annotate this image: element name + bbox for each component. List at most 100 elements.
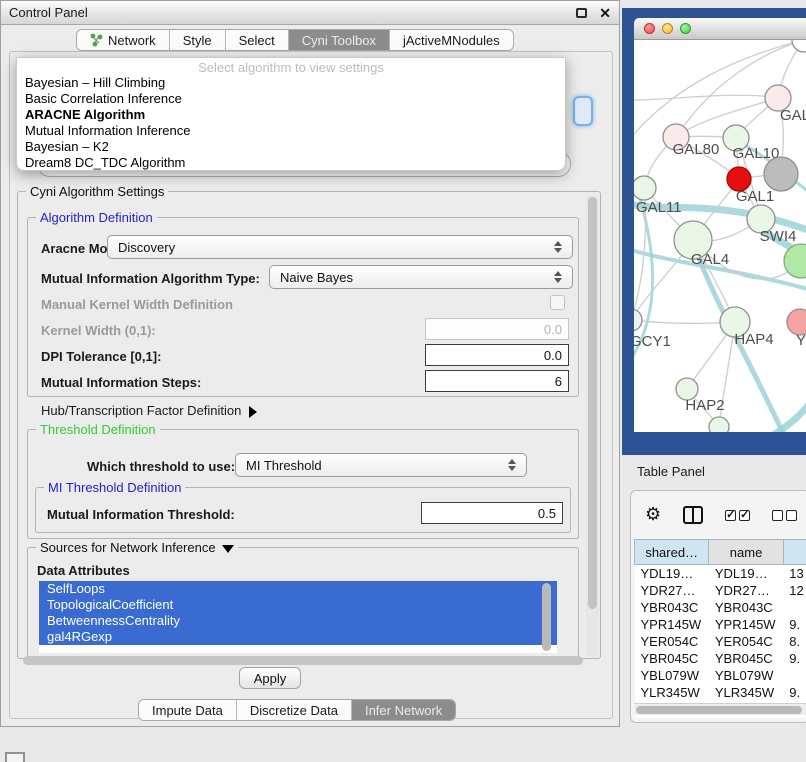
sources-title[interactable]: Sources for Network Inference — [36, 540, 238, 555]
select-all-checkboxes-icon[interactable] — [725, 510, 750, 521]
tab-label: Cyni Toolbox — [302, 33, 376, 48]
tab-cyni-toolbox[interactable]: Cyni Toolbox — [289, 30, 390, 50]
network-node-gal11[interactable] — [634, 176, 656, 200]
tab-jactivemnodules[interactable]: jActiveMNodules — [390, 30, 513, 50]
which-threshold-combobox[interactable]: MI Threshold — [235, 453, 527, 477]
panel-grip-icon[interactable] — [5, 752, 25, 762]
column-header-shared[interactable]: shared… — [635, 540, 709, 565]
mi-type-combobox[interactable]: Naive Bayes — [269, 265, 573, 289]
table-cell: YBL079W — [635, 667, 709, 684]
table-cell: YBR045C — [635, 650, 709, 667]
network-canvas[interactable]: GALGAL80GAL10GAL1GAL11SWI4GAL4GCY1HAP4YH… — [634, 40, 806, 432]
tab-label: Style — [183, 33, 212, 48]
mi-steps-label: Mutual Information Steps: — [41, 375, 201, 390]
window-zoom-traffic-icon[interactable] — [680, 23, 691, 34]
table-row[interactable]: YLR345WYLR345W9. — [635, 684, 806, 701]
apply-button[interactable]: Apply — [239, 667, 301, 689]
which-threshold-value: MI Threshold — [246, 458, 322, 473]
close-icon[interactable]: ✕ — [599, 8, 611, 18]
table-cell — [783, 667, 806, 684]
table-row[interactable]: YER054CYER054C8. — [635, 633, 806, 650]
table-horizontal-scrollbar[interactable] — [634, 703, 806, 715]
network-edge — [764, 340, 806, 432]
table-row[interactable]: YBL079WYBL079W — [635, 667, 806, 684]
table-row[interactable]: YPR145WYPR145W9. — [635, 616, 806, 633]
table-panel-title: Table Panel — [637, 464, 705, 479]
algorithm-option-dream8-dc-tdc-algorithm[interactable]: Dream8 DC_TDC Algorithm — [17, 155, 565, 171]
table-cell: 9. — [783, 684, 806, 701]
tab-label: Discretize Data — [250, 703, 338, 718]
window-close-traffic-icon[interactable] — [644, 23, 655, 34]
node-label: GAL11 — [636, 199, 682, 216]
table-cell: 12 — [783, 582, 806, 599]
manual-kernel-checkbox[interactable] — [550, 295, 565, 310]
data-attributes-list[interactable]: SelfLoopsTopologicalCoefficientBetweenne… — [39, 581, 557, 653]
attribute-item-betweennesscentrality[interactable]: BetweennessCentrality — [39, 613, 557, 629]
mi-threshold-title: MI Threshold Definition — [44, 480, 185, 495]
tab-infer-network[interactable]: Infer Network — [352, 700, 455, 720]
window-minimize-traffic-icon[interactable] — [662, 23, 673, 34]
node-label: SWI4 — [760, 228, 797, 245]
table-cell: 9. — [783, 616, 806, 633]
combo-spinner-icon — [554, 271, 562, 283]
table-cell: YBL079W — [709, 667, 783, 684]
network-node[interactable] — [764, 157, 798, 191]
expand-right-icon — [249, 406, 257, 418]
node-label: GCY1 — [634, 333, 671, 350]
dpi-tolerance-label: DPI Tolerance [0,1]: — [41, 349, 161, 364]
node-label: HAP2 — [685, 397, 724, 414]
tab-network[interactable]: Network — [77, 30, 170, 50]
table-cell: YBR043C — [635, 599, 709, 616]
column-header-name[interactable]: name — [709, 540, 783, 565]
dropdown-items: Bayesian – Hill ClimbingBasic Correlatio… — [17, 75, 565, 171]
attribute-item-topologicalcoefficient[interactable]: TopologicalCoefficient — [39, 597, 557, 613]
table-row[interactable]: YBR043CYBR043C — [635, 599, 806, 616]
settings-vertical-scrollbar-thumb[interactable] — [588, 197, 597, 609]
table-cell: YDR27… — [709, 582, 783, 599]
attributes-list-scrollbar[interactable] — [542, 583, 551, 651]
gear-icon[interactable]: ⚙ — [645, 505, 661, 525]
tab-select[interactable]: Select — [226, 30, 289, 50]
algorithm-option-bayesian-hill-climbing[interactable]: Bayesian – Hill Climbing — [17, 75, 565, 91]
kernel-width-label: Kernel Width (0,1): — [41, 323, 156, 338]
tab-impute-data[interactable]: Impute Data — [139, 700, 237, 720]
float-panel-icon[interactable] — [576, 8, 587, 18]
cyni-mode-tabbar: Impute Data Discretize Data Infer Network — [138, 699, 456, 721]
algorithm-option-aracne-algorithm[interactable]: ARACNE Algorithm — [17, 107, 565, 123]
aracne-mode-combobox[interactable]: Discovery — [107, 235, 573, 259]
mi-threshold-input[interactable]: 0.5 — [421, 502, 563, 524]
node-label: GAL4 — [691, 251, 729, 268]
tab-discretize-data[interactable]: Discretize Data — [237, 700, 352, 720]
attribute-item-gal4rgexp[interactable]: gal4RGexp — [39, 629, 557, 645]
table-row[interactable]: YDL19…YDL19…13 — [635, 565, 806, 582]
settings-horizontal-scrollbar-thumb[interactable] — [23, 656, 583, 665]
algorithm-option-bayesian-k2[interactable]: Bayesian – K2 — [17, 139, 565, 155]
hub-definition-toggle[interactable]: Hub/Transcription Factor Definition — [41, 403, 257, 418]
deselect-all-checkboxes-icon[interactable] — [772, 510, 797, 521]
split-columns-icon[interactable] — [683, 506, 703, 524]
network-node-gcy1[interactable] — [634, 309, 642, 331]
table-toolbar: ⚙ — [645, 503, 806, 527]
network-window-titlebar[interactable] — [634, 18, 806, 40]
dpi-tolerance-input[interactable]: 0.0 — [425, 344, 569, 366]
tab-label: Network — [108, 33, 156, 48]
network-node[interactable] — [709, 417, 729, 432]
attribute-item-selfloops[interactable]: SelfLoops — [39, 581, 557, 597]
table-cell: 8. — [783, 633, 806, 650]
table-row[interactable]: YBR045CYBR045C9. — [635, 650, 806, 667]
algorithm-option-mutual-information-inference[interactable]: Mutual Information Inference — [17, 123, 565, 139]
table-row[interactable]: YDR27…YDR27…12 — [635, 582, 806, 599]
node-label: HAP4 — [734, 331, 773, 348]
tab-label: Select — [239, 33, 275, 48]
algorithm-option-basic-correlation-inference[interactable]: Basic Correlation Inference — [17, 91, 565, 107]
algorithm-combobox-arrow[interactable] — [573, 96, 593, 126]
table-cell: YLR345W — [635, 684, 709, 701]
data-attributes-label: Data Attributes — [37, 563, 130, 578]
network-node[interactable] — [792, 40, 806, 52]
column-header-partial[interactable] — [783, 540, 806, 565]
tab-style[interactable]: Style — [170, 30, 226, 50]
mi-steps-input[interactable]: 6 — [425, 370, 569, 392]
network-tab-icon — [90, 33, 103, 47]
table-panel-header: Table Panel — [622, 455, 806, 488]
kernel-width-input[interactable]: 0.0 — [425, 318, 569, 340]
